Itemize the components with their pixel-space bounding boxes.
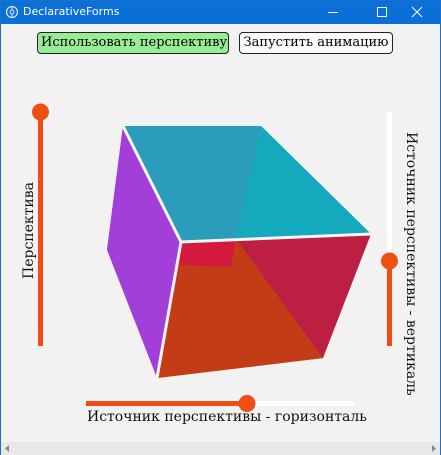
- scroll-right-icon[interactable]: [427, 442, 440, 455]
- scroll-left-icon[interactable]: [1, 442, 14, 455]
- title-bar[interactable]: DeclarativeForms: [1, 1, 440, 24]
- source-vertical-slider[interactable]: [378, 104, 400, 350]
- app-window: DeclarativeForms Использовать перспектив…: [0, 0, 441, 455]
- perspective-label: Перспектива: [21, 182, 37, 279]
- source-vertical-label: Источник перспективы - вертикаль: [403, 132, 419, 396]
- minimize-icon: [328, 12, 338, 13]
- perspective-slider-thumb[interactable]: [32, 103, 49, 121]
- app-icon: [5, 5, 19, 19]
- content-area: Использовать перспективу Запустить анима…: [1, 24, 440, 442]
- window-title: DeclarativeForms: [23, 5, 120, 18]
- horizontal-scrollbar[interactable]: [1, 442, 440, 455]
- minimize-button[interactable]: [310, 1, 356, 24]
- close-button[interactable]: [394, 1, 440, 24]
- start-animation-button[interactable]: Запустить анимацию: [239, 32, 393, 54]
- source-horizontal-label: Источник перспективы - горизонталь: [87, 409, 367, 425]
- source-vertical-slider-thumb[interactable]: [381, 252, 398, 270]
- use-perspective-button[interactable]: Использовать перспективу: [37, 32, 229, 54]
- close-icon: [411, 6, 423, 18]
- perspective-cube: [107, 125, 372, 379]
